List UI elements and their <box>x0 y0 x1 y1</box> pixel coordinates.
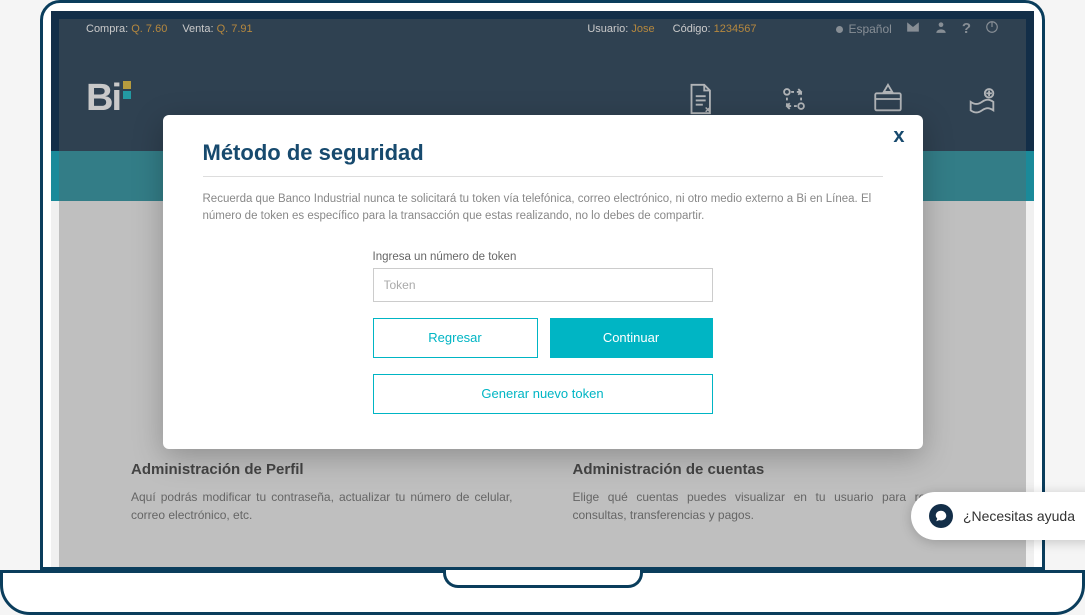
modal-close-button[interactable]: x <box>893 125 904 148</box>
security-modal: x Método de seguridad Recuerda que Banco… <box>163 115 923 449</box>
chat-icon <box>929 504 953 528</box>
help-bubble[interactable]: ¿Necesitas ayuda <box>911 492 1085 540</box>
modal-title: Método de seguridad <box>203 140 883 177</box>
continue-button[interactable]: Continuar <box>550 318 713 358</box>
help-bubble-text: ¿Necesitas ayuda <box>963 508 1075 524</box>
modal-description: Recuerda que Banco Industrial nunca te s… <box>203 191 883 226</box>
generate-token-button[interactable]: Generar nuevo token <box>373 374 713 414</box>
token-field-label: Ingresa un número de token <box>373 251 713 263</box>
token-input[interactable] <box>373 268 713 302</box>
back-button[interactable]: Regresar <box>373 318 538 358</box>
